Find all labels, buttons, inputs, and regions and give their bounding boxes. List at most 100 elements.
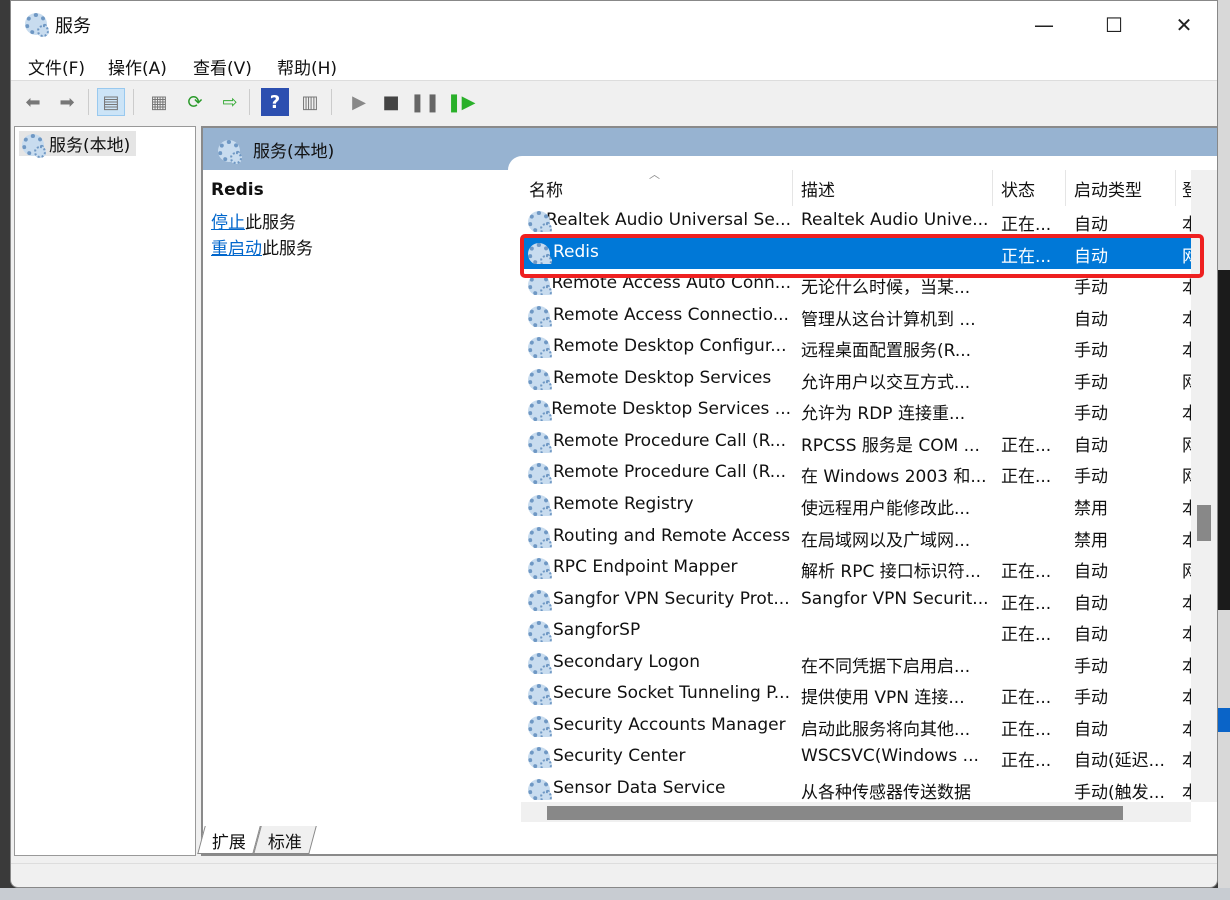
menu-file[interactable]: 文件(F) (28, 54, 85, 79)
column-header-logon-as[interactable]: 登录为 (1176, 170, 1191, 206)
service-name-cell: Sensor Data Service (521, 778, 791, 800)
service-status-cell: 正在... (1001, 435, 1052, 456)
service-gear-icon (527, 746, 552, 769)
maximize-button[interactable]: ☐ (1079, 1, 1149, 49)
service-status-cell: 正在... (1001, 719, 1052, 740)
column-header-startup-type[interactable]: 启动类型 (1066, 170, 1176, 206)
service-description-cell: RPCSS 服务是 COM ... (801, 435, 980, 456)
export-list-icon[interactable]: ⇨ (216, 88, 244, 116)
service-logon-cell: 网络服务 (1176, 368, 1191, 393)
start-service-icon[interactable]: ▶ (345, 88, 373, 116)
service-row[interactable]: Remote Desktop Services 允许用户以交互方式... 手动 … (521, 364, 1191, 395)
console-tree: 服务(本地) (14, 126, 196, 856)
column-header-name[interactable]: 名称 ︿ (521, 170, 793, 206)
service-logon-cell: 本地系统 (1176, 336, 1191, 361)
service-row[interactable]: Secure Socket Tunneling P... 提供使用 VPN 连接… (521, 679, 1191, 710)
back-icon[interactable]: ⬅ (19, 88, 47, 116)
service-description-cell: 在不同凭据下启用启... (801, 656, 971, 677)
service-status-cell: 正在... (1001, 751, 1052, 772)
service-row[interactable]: Remote Registry 使远程用户能修改此... 禁用 本地服务 (521, 490, 1191, 521)
service-logon-cell: 本地系统 (1176, 589, 1191, 614)
service-gear-icon (527, 778, 552, 800)
desktop-background (1218, 0, 1230, 900)
column-header-description[interactable]: 描述 (793, 170, 993, 206)
service-row[interactable]: Routing and Remote Access 在局域网以及广域网... 禁… (521, 522, 1191, 553)
service-status-cell: 正在... (1001, 467, 1052, 488)
service-row[interactable]: Security Center WSCSVC(Windows ... 正在...… (521, 742, 1191, 773)
service-row[interactable]: Remote Procedure Call (R... 在 Windows 20… (521, 458, 1191, 489)
service-startup-type-cell: 自动 (1074, 309, 1108, 330)
service-status-cell: 正在... (1001, 593, 1052, 614)
tree-item-label: 服务(本地) (49, 136, 131, 156)
service-gear-icon (527, 715, 552, 737)
service-logon-cell: 本地服务 (1176, 746, 1191, 771)
properties-icon[interactable]: ▦ (145, 88, 173, 116)
service-description-panel: Redis 停止此服务 重启动此服务 (211, 180, 501, 262)
menu-view[interactable]: 查看(V) (193, 54, 252, 79)
forward-icon[interactable]: ➡ (53, 88, 81, 116)
horizontal-scroll-thumb[interactable] (547, 806, 1123, 820)
service-gear-icon (527, 462, 552, 485)
service-logon-cell: 本地系统 (1176, 778, 1191, 802)
service-gear-icon (527, 652, 552, 674)
show-hide-console-tree-icon[interactable]: ▤ (97, 88, 125, 116)
service-row[interactable]: Remote Desktop Configur... 远程桌面配置服务(R...… (521, 332, 1191, 363)
tab-standard[interactable]: 标准 (253, 826, 317, 854)
service-name-cell: RPC Endpoint Mapper (521, 557, 791, 580)
service-gear-icon (527, 589, 552, 611)
service-row[interactable]: SangforSP 正在... 自动 本地系统 (521, 616, 1191, 647)
stop-service-icon[interactable]: ■ (377, 88, 405, 116)
service-logon-cell: 本地服务 (1176, 494, 1191, 519)
service-row[interactable]: RPC Endpoint Mapper 解析 RPC 接口标识符... 正在..… (521, 553, 1191, 584)
vertical-scroll-thumb[interactable] (1197, 505, 1211, 541)
service-startup-type-cell: 自动 (1074, 435, 1108, 456)
service-startup-type-cell: 手动 (1074, 372, 1108, 393)
service-name-cell: Security Center (521, 746, 791, 769)
tree-item-services-local[interactable]: 服务(本地) (19, 131, 137, 158)
service-logon-cell: 本地系统 (1176, 652, 1191, 677)
service-name-cell: Remote Access Connectio... (521, 305, 791, 327)
service-description-cell: 在局域网以及广域网... (801, 530, 971, 551)
restart-service-icon[interactable]: ❚▶ (447, 88, 476, 116)
service-row[interactable]: Remote Access Connectio... 管理从这台计算机到 ...… (521, 301, 1191, 332)
service-name-cell: Sangfor VPN Security Prot... (521, 589, 791, 611)
service-description-cell: 远程桌面配置服务(R... (801, 341, 972, 362)
pause-service-icon[interactable]: ❚❚ (410, 88, 440, 116)
show-action-pane-icon[interactable]: ▥ (296, 88, 324, 116)
service-logon-cell: 本地系统 (1176, 210, 1191, 235)
service-logon-cell: 网络服务 (1176, 431, 1191, 456)
column-header-status[interactable]: 状态 (993, 170, 1066, 206)
service-description-cell: 使远程用户能修改此... (801, 498, 971, 519)
service-row[interactable]: Security Accounts Manager 启动此服务将向其他... 正… (521, 711, 1191, 742)
refresh-icon[interactable]: ⟳ (181, 88, 209, 116)
service-name-cell: Routing and Remote Access (521, 526, 791, 548)
service-row[interactable]: Secondary Logon 在不同凭据下启用启... 手动 本地系统 (521, 648, 1191, 679)
service-gear-icon (527, 305, 552, 327)
service-name-cell: SangforSP (521, 620, 791, 643)
service-description-cell: WSCSVC(Windows ... (801, 746, 979, 767)
service-name-cell: Realtek Audio Universal Se... (521, 210, 791, 232)
menu-action[interactable]: 操作(A) (108, 54, 167, 79)
service-name-cell: Remote Registry (521, 494, 791, 516)
stop-service-link[interactable]: 停止 (211, 213, 245, 233)
service-row[interactable]: Sangfor VPN Security Prot... Sangfor VPN… (521, 585, 1191, 616)
service-row[interactable]: Realtek Audio Universal Se... Realtek Au… (521, 206, 1191, 237)
menu-help[interactable]: 帮助(H) (277, 54, 337, 79)
close-button[interactable]: ✕ (1149, 1, 1217, 49)
service-startup-type-cell: 自动(延迟... (1074, 751, 1165, 772)
service-row[interactable]: Remote Desktop Services ... 允许为 RDP 连接重.… (521, 395, 1191, 426)
help-icon[interactable]: ? (261, 88, 289, 116)
service-description-cell: 允许为 RDP 连接重... (801, 404, 966, 425)
service-name-cell: Remote Procedure Call (R... (521, 431, 791, 453)
service-description-cell: 启动此服务将向其他... (801, 719, 971, 740)
restart-service-link[interactable]: 重启动 (211, 239, 262, 259)
service-gear-icon (527, 620, 552, 643)
service-row[interactable]: Remote Procedure Call (R... RPCSS 服务是 CO… (521, 427, 1191, 458)
service-logon-cell: 本地系统 (1176, 526, 1191, 551)
minimize-button[interactable]: — (1009, 1, 1079, 49)
service-row[interactable]: Sensor Data Service 从各种传感器传送数据 手动(触发... … (521, 774, 1191, 802)
highlight-annotation-box (520, 234, 1204, 278)
tab-extended[interactable]: 扩展 (197, 826, 261, 854)
service-name-cell: Remote Desktop Services (521, 368, 791, 390)
horizontal-scrollbar[interactable] (521, 802, 1191, 822)
